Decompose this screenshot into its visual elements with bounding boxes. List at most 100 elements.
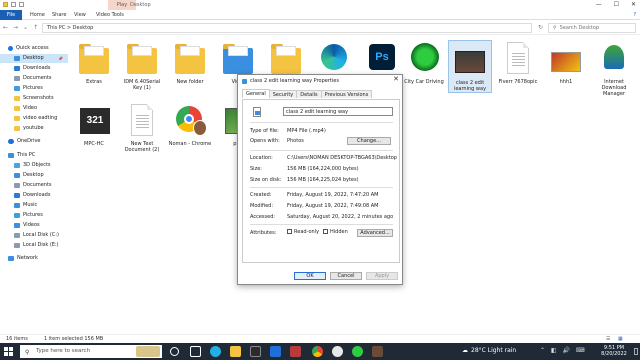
file-tile-new-folder[interactable]: New folder: [168, 40, 212, 85]
tab-share[interactable]: Share: [52, 10, 66, 20]
notifications-icon[interactable]: [634, 348, 638, 355]
task-view-icon[interactable]: [190, 346, 201, 357]
sidebar-item-video-eadting[interactable]: video eadting: [14, 114, 57, 123]
advanced-button[interactable]: Advanced...: [357, 229, 393, 237]
file-explorer-taskbar-icon[interactable]: [230, 346, 241, 357]
sidebar-item-video[interactable]: Video: [14, 104, 37, 113]
chevron-down-icon[interactable]: ⌄: [23, 24, 28, 31]
check-icon[interactable]: [11, 2, 16, 7]
tab-home[interactable]: Home: [30, 10, 45, 20]
edge-taskbar-icon[interactable]: [210, 346, 221, 357]
properties-icon[interactable]: [19, 2, 24, 7]
sidebar-item-documents[interactable]: Documents: [14, 74, 52, 83]
dialog-title: class 2 edit learning way Properties: [250, 78, 339, 84]
sidebar-item-network[interactable]: Network: [8, 254, 38, 263]
help-icon[interactable]: ?: [633, 10, 636, 20]
sidebar-item-screenshots[interactable]: Screenshots: [14, 94, 54, 103]
close-button[interactable]: ✕: [631, 1, 636, 8]
system-tray[interactable]: ⌃ ◧ 🔊 ⌨: [540, 347, 587, 354]
sidebar-item-youtube[interactable]: youtube: [14, 124, 44, 133]
taskbar: ⚲ Type here to search ☁ 28°C Light rain ⌃…: [0, 343, 640, 360]
readonly-checkbox[interactable]: Read-only: [287, 229, 319, 235]
file-tile-class-2-edit[interactable]: class 2 edit learning way: [448, 40, 492, 93]
video-taskbar-icon[interactable]: [372, 346, 383, 357]
tab-general[interactable]: General: [242, 89, 270, 98]
dialog-close-button[interactable]: ✕: [393, 75, 399, 83]
file-tile-mpc-hc[interactable]: 321 MPC-HC: [72, 102, 116, 147]
chrome-profile-taskbar-icon[interactable]: [332, 346, 343, 357]
maximize-button[interactable]: ☐: [614, 1, 619, 8]
file-tile-idm[interactable]: Internet Download Manager: [592, 40, 636, 97]
network-icon: [8, 256, 14, 261]
tab-file[interactable]: File: [0, 10, 22, 20]
sidebar-item-pc-pictures[interactable]: Pictures: [14, 211, 43, 220]
cloud-rain-icon: ☁: [462, 347, 468, 354]
filename-field[interactable]: class 2 edit learning way: [283, 107, 393, 116]
cancel-button[interactable]: Cancel: [330, 272, 362, 280]
sidebar-item-local-disk-e[interactable]: Local Disk (E:): [14, 241, 59, 250]
file-tile-new-text-document[interactable]: New Text Document (2): [120, 102, 164, 153]
file-tile-idm-serial[interactable]: IDM 6.40Serial Key (1): [120, 40, 164, 91]
file-tile-fiverr[interactable]: Fiverr 7678opic: [496, 40, 540, 85]
sidebar-item-videos[interactable]: Videos: [14, 221, 40, 230]
document-icon: [507, 42, 529, 74]
up-arrow-icon[interactable]: ↑: [33, 24, 38, 31]
sidebar-item-3d-objects[interactable]: 3D Objects: [14, 161, 51, 170]
chrome-taskbar-icon[interactable]: [312, 346, 323, 357]
file-tile-city-car-driving[interactable]: City Car Driving: [402, 40, 446, 85]
sidebar-item-pictures[interactable]: Pictures: [14, 84, 43, 93]
refresh-icon[interactable]: ↻: [538, 24, 543, 31]
type-label: Type of file:: [250, 128, 279, 134]
sidebar-item-quick-access[interactable]: Quick access: [8, 44, 49, 53]
apply-button[interactable]: Apply: [366, 272, 398, 280]
start-button[interactable]: [4, 347, 13, 356]
folder-icon[interactable]: [3, 2, 8, 7]
folder-icon: [175, 44, 205, 74]
tab-view[interactable]: View: [74, 10, 86, 20]
hidden-checkbox[interactable]: Hidden: [323, 229, 348, 235]
address-path[interactable]: This PC > Desktop: [42, 23, 532, 33]
sidebar-item-pc-desktop[interactable]: Desktop: [14, 171, 44, 180]
back-arrow-icon[interactable]: ←: [3, 24, 8, 31]
sidebar-item-onedrive[interactable]: OneDrive: [8, 137, 41, 146]
location-value: C:\Users\NOMAN DESKTOP-TBGA63\Desktop: [287, 155, 397, 161]
cortana-icon[interactable]: [170, 347, 179, 356]
clock[interactable]: 9:51 PM 8/20/2022: [596, 345, 632, 357]
file-tile-extras[interactable]: Extras: [72, 40, 116, 85]
tab-previous-versions[interactable]: Previous Versions: [320, 90, 373, 98]
file-tile-noman-chrome[interactable]: Noman - Chrome: [168, 102, 212, 147]
folder-icon: [14, 106, 20, 111]
pin-icon[interactable]: 📌: [58, 54, 63, 63]
ribbon-tabs: File Home Share View Video Tools ?: [0, 10, 640, 20]
search-input[interactable]: ⚲ Search Desktop: [548, 23, 636, 33]
tab-details[interactable]: Details: [296, 90, 322, 98]
taskbar-search-input[interactable]: ⚲ Type here to search: [20, 345, 162, 358]
app-taskbar-icon[interactable]: [290, 346, 301, 357]
tab-video-tools[interactable]: Video Tools: [96, 10, 124, 20]
store-taskbar-icon[interactable]: [250, 346, 261, 357]
minimize-button[interactable]: —: [596, 1, 602, 8]
sidebar-item-downloads[interactable]: Downloads: [14, 64, 50, 73]
folder-icon: [14, 116, 20, 121]
sidebar-item-pc-downloads[interactable]: Downloads: [14, 191, 50, 200]
change-button[interactable]: Change...: [347, 137, 391, 145]
checkbox-icon: [287, 229, 292, 234]
ok-button[interactable]: OK: [294, 272, 326, 280]
mail-taskbar-icon[interactable]: [270, 346, 281, 357]
sidebar-item-music[interactable]: Music: [14, 201, 37, 210]
image-icon: [551, 52, 581, 72]
sidebar-item-pc-documents[interactable]: Documents: [14, 181, 52, 190]
pictures-icon: [14, 86, 20, 91]
forward-arrow-icon[interactable]: →: [13, 24, 18, 31]
status-bar: 16 items 1 item selected 156 MB ☰ ▦: [0, 334, 640, 343]
file-tile-hhh1[interactable]: hhh1: [544, 40, 588, 85]
weather-widget[interactable]: ☁ 28°C Light rain: [462, 347, 516, 354]
sidebar-item-local-disk-c[interactable]: Local Disk (C:): [14, 231, 59, 240]
search-highlight-image: [136, 346, 160, 357]
game-taskbar-icon[interactable]: [352, 346, 363, 357]
search-icon: ⚲: [25, 349, 30, 356]
tab-security[interactable]: Security: [268, 90, 298, 98]
sidebar-item-desktop[interactable]: Desktop 📌: [0, 54, 68, 63]
sidebar-item-this-pc[interactable]: This PC: [8, 151, 35, 160]
size-value: 156 MB (164,224,000 bytes): [287, 166, 359, 172]
